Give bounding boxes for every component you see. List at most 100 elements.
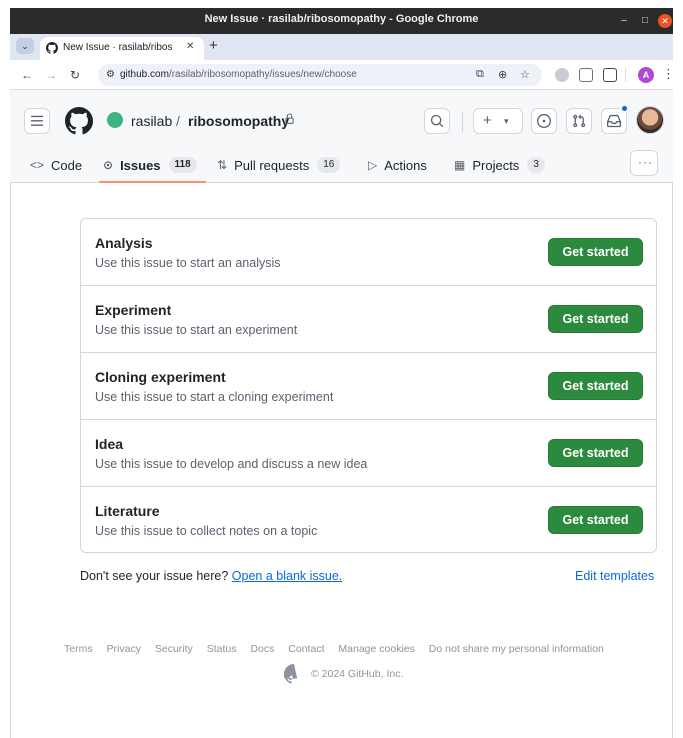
more-icon[interactable]: ···: [630, 150, 658, 176]
site-info-icon[interactable]: ⚙: [106, 69, 115, 80]
zoom-icon[interactable]: ⊕: [498, 68, 507, 81]
issues-count-badge: 118: [168, 157, 197, 173]
tab-issues[interactable]: ⊙ Issues 118: [103, 154, 197, 176]
template-description: Use this issue to start a cloning experi…: [95, 390, 334, 404]
issues-tab-icon: ⊙: [103, 158, 114, 172]
template-name: Idea: [95, 436, 124, 452]
repo-path-separator: /: [176, 113, 180, 129]
footer-link-terms[interactable]: Terms: [64, 643, 93, 655]
issue-template-list: Analysis Use this issue to start an anal…: [80, 218, 657, 553]
create-new-plus-icon[interactable]: + ▾: [473, 108, 523, 134]
chrome-menu-icon[interactable]: ⋮: [662, 66, 675, 82]
footer-link-manage-cookies[interactable]: Manage cookies: [338, 643, 414, 655]
maximize-icon[interactable]: □: [638, 14, 652, 28]
address-bar[interactable]: ⚙ github.com/rasilab/ribosomopathy/issue…: [98, 64, 542, 86]
window-title: New Issue · rasilab/ribosomopathy - Goog…: [204, 13, 479, 25]
get-started-button[interactable]: Get started: [548, 305, 643, 333]
url-text: github.com/rasilab/ribosomopathy/issues/…: [120, 69, 357, 80]
get-started-button[interactable]: Get started: [548, 238, 643, 266]
template-description: Use this issue to collect notes on a top…: [95, 524, 318, 538]
tab-code-label: Code: [51, 157, 83, 173]
bookmark-star-icon[interactable]: ☆: [520, 68, 530, 81]
get-started-button[interactable]: Get started: [548, 439, 643, 467]
repo-owner-avatar: [107, 112, 123, 128]
template-name: Cloning experiment: [95, 369, 226, 385]
close-window-icon[interactable]: ✕: [658, 14, 672, 28]
browser-tab-active[interactable]: New Issue · rasilab/ribos ✕: [40, 37, 204, 60]
window-titlebar: New Issue · rasilab/ribosomopathy - Goog…: [10, 8, 673, 34]
tab-title: New Issue · rasilab/ribos: [63, 42, 173, 53]
extensions-puzzle-icon[interactable]: [603, 68, 617, 82]
tab-projects[interactable]: ▦ Projects 3: [454, 154, 545, 176]
footer-links: Terms Privacy Security Status Docs Conta…: [64, 643, 624, 655]
user-avatar[interactable]: [636, 106, 664, 134]
tab-list-icon[interactable]: ⌄: [16, 38, 34, 54]
tab-code[interactable]: <> Code: [30, 154, 82, 176]
table-icon: ▦: [454, 158, 466, 172]
get-started-button[interactable]: Get started: [548, 372, 643, 400]
tab-actions[interactable]: ▷ Actions: [368, 154, 427, 176]
footer-link-privacy[interactable]: Privacy: [107, 643, 141, 655]
template-name: Experiment: [95, 302, 172, 318]
browser-tabbar: ⌄ New Issue · rasilab/ribos ✕ +: [10, 34, 673, 60]
footer-link-security[interactable]: Security: [155, 643, 193, 655]
tab-pull-requests-label: Pull requests: [234, 157, 310, 173]
template-name: Analysis: [95, 235, 153, 251]
footer-copyright: © 2024 GitHub, Inc.: [311, 668, 404, 680]
github-favicon-icon: [46, 42, 58, 54]
template-row: Idea Use this issue to develop and discu…: [81, 420, 656, 487]
search-icon[interactable]: [424, 108, 450, 134]
lock-icon: [284, 113, 295, 128]
profile-avatar[interactable]: A: [638, 67, 654, 83]
footer-link-do-not-share[interactable]: Do not share my personal information: [429, 643, 604, 655]
tab-issues-label: Issues: [120, 157, 161, 173]
template-description: Use this issue to develop and discuss a …: [95, 457, 368, 471]
forward-icon[interactable]: →: [45, 68, 57, 82]
url-path: /rasilab/ribosomopathy/issues/new/choose: [168, 69, 357, 80]
template-name: Literature: [95, 503, 160, 519]
issues-icon[interactable]: [531, 108, 557, 134]
new-tab-icon[interactable]: +: [209, 37, 218, 54]
toolbar-separator: [625, 68, 626, 82]
tab-actions-label: Actions: [384, 157, 427, 173]
repo-name-link[interactable]: ribosomopathy: [188, 113, 289, 129]
notification-dot: [620, 104, 629, 113]
repo-nav: <> Code ⊙ Issues 118 ⇅ Pull requests 16 …: [10, 150, 673, 183]
hamburger-icon[interactable]: [24, 108, 50, 134]
footer-link-contact[interactable]: Contact: [288, 643, 324, 655]
open-blank-issue-link[interactable]: Open a blank issue.: [232, 569, 343, 583]
pull-request-tab-icon: ⇅: [217, 158, 228, 172]
get-started-button[interactable]: Get started: [548, 506, 643, 534]
template-row: Experiment Use this issue to start an ex…: [81, 286, 656, 353]
back-icon[interactable]: ←: [21, 68, 33, 82]
reload-icon[interactable]: ↻: [70, 68, 80, 82]
minimize-icon[interactable]: –: [617, 14, 631, 28]
reading-list-icon[interactable]: [579, 68, 593, 82]
template-description: Use this issue to start an analysis: [95, 256, 281, 270]
github-header: rasilab / ribosomopathy + ▾ <> Code ⊙ Is…: [10, 90, 673, 183]
code-icon: <>: [30, 158, 45, 172]
template-row: Analysis Use this issue to start an anal…: [81, 219, 656, 286]
extension-icon[interactable]: [555, 68, 569, 82]
footer-link-docs[interactable]: Docs: [250, 643, 274, 655]
edit-templates-link[interactable]: Edit templates: [575, 569, 654, 583]
template-description: Use this issue to start an experiment: [95, 323, 298, 337]
projects-count-badge: 3: [527, 157, 545, 173]
tab-pull-requests[interactable]: ⇅ Pull requests 16: [217, 154, 341, 176]
dont-see-text: Don't see your issue here?: [80, 569, 229, 583]
github-logo-icon[interactable]: [65, 107, 93, 135]
footer-github-logo-icon[interactable]: [284, 664, 304, 684]
install-icon[interactable]: ⧉: [476, 68, 484, 81]
pull-request-icon[interactable]: [566, 108, 592, 134]
template-row: Literature Use this issue to collect not…: [81, 487, 656, 554]
play-icon: ▷: [368, 158, 378, 172]
url-domain: github.com: [120, 69, 169, 80]
header-separator: [462, 112, 463, 132]
tab-close-icon[interactable]: ✕: [186, 41, 194, 52]
footer-link-status[interactable]: Status: [207, 643, 237, 655]
repo-owner-link[interactable]: rasilab: [131, 113, 172, 129]
pull-requests-count-badge: 16: [317, 157, 341, 173]
tab-projects-label: Projects: [472, 157, 520, 173]
template-row: Cloning experiment Use this issue to sta…: [81, 353, 656, 420]
blank-issue-prompt: Don't see your issue here? Open a blank …: [80, 569, 342, 583]
